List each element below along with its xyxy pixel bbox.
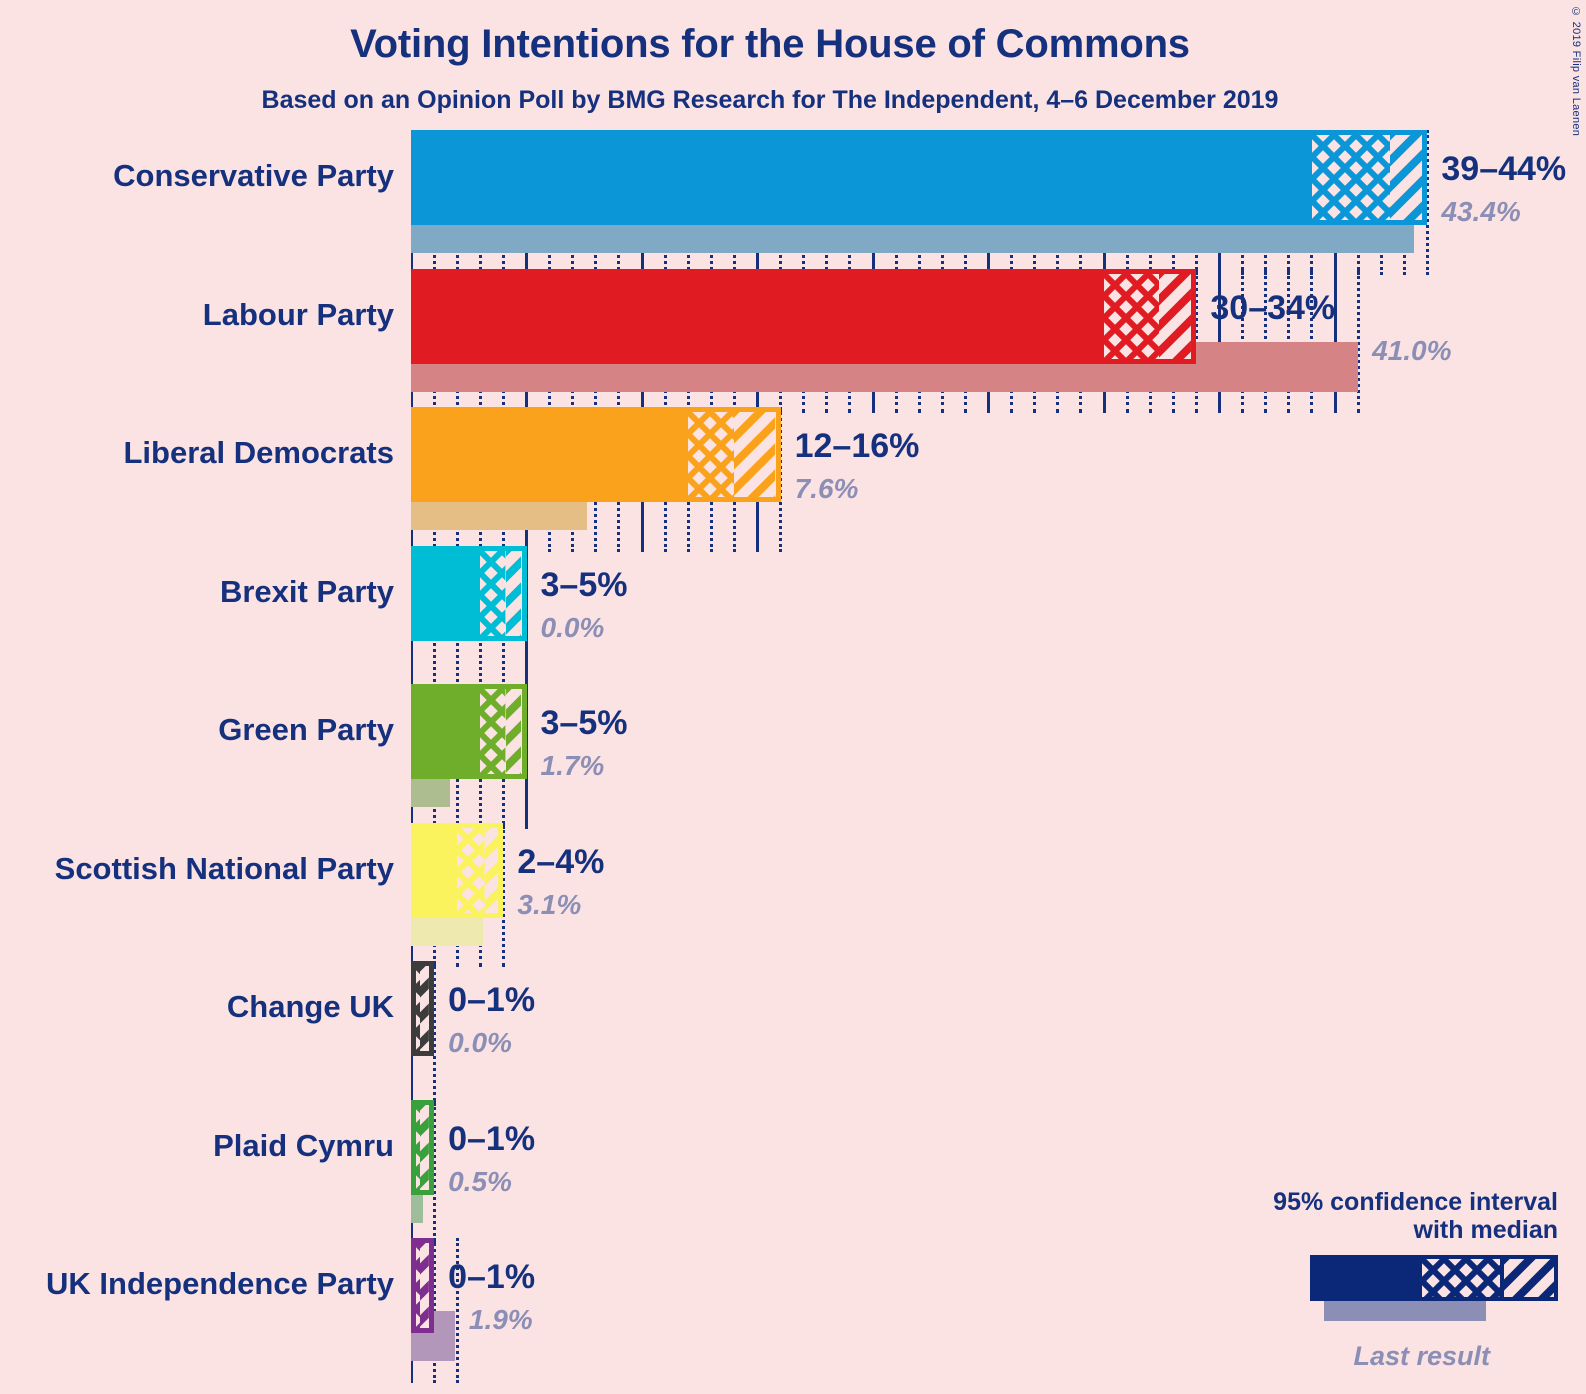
last-result-value-label: 0.5% (448, 1165, 512, 1197)
confidence-interval-bar (411, 545, 527, 641)
party-label-brexit-party: Brexit Party (219, 573, 394, 609)
interval-solid-fill (416, 135, 1312, 220)
interval-range-label: 0–1% (448, 981, 536, 1019)
chart-row: 3–5% 0.0% Brexit Party (220, 545, 1586, 690)
confidence-interval-bar (411, 1099, 435, 1195)
confidence-interval-bar (411, 961, 435, 1056)
interval-crosshatch-segment (1311, 135, 1391, 220)
confidence-interval-bar (411, 684, 527, 779)
interval-range-label: 0–1% (448, 1119, 536, 1158)
last-result-value-label: 7.6% (794, 473, 859, 504)
interval-diagonal-hatch-segment (420, 1104, 430, 1190)
legend-crosshatch-segment (1422, 1259, 1500, 1297)
last-result-value-label: 1.9% (468, 1304, 533, 1335)
chart-row: 0–1% 0.0% Change UK (227, 961, 1586, 1106)
last-result-value-label: 3.1% (517, 888, 582, 920)
interval-diagonal-hatch-segment (484, 827, 499, 913)
legend-last-result-swatch (1324, 1301, 1486, 1321)
chart-row: 39–44% 43.4% Conservative Party (113, 130, 1586, 275)
legend-diagonal-hatch-segment (1504, 1259, 1554, 1297)
last-result-value-label: 0.0% (448, 1027, 512, 1058)
confidence-interval-bar (411, 407, 781, 502)
interval-crosshatch-segment (480, 689, 506, 774)
last-result-value-label: 43.4% (1441, 196, 1521, 227)
interval-range-label: 30–34% (1210, 288, 1336, 327)
interval-range-label: 39–44% (1441, 150, 1567, 188)
chart-row: 3–5% 1.7% Green Party (218, 684, 1586, 829)
interval-diagonal-hatch-segment (420, 1243, 430, 1328)
legend-swatches (1138, 1255, 1558, 1335)
party-label-liberal-democrats: Liberal Democrats (123, 435, 395, 470)
confidence-interval-bar (411, 1238, 435, 1333)
interval-crosshatch-segment (480, 550, 506, 636)
legend-title-line2: with median (1413, 1216, 1558, 1245)
interval-crosshatch-segment (457, 827, 485, 913)
party-label-scottish-national-party: Scottish National Party (54, 850, 394, 886)
interval-range-label: 0–1% (448, 1258, 536, 1296)
page-title: Voting Intentions for the House of Commo… (350, 22, 1190, 66)
party-label-conservative-party: Conservative Party (113, 158, 394, 193)
interval-crosshatch-segment (688, 412, 735, 497)
copyright-notice: © 2019 Filip van Laenen (1570, 6, 1582, 137)
page-subtitle: Based on an Opinion Poll by BMG Research… (261, 86, 1279, 114)
last-result-value-label: 0.0% (540, 611, 605, 643)
party-label-labour-party: Labour Party (202, 296, 394, 332)
last-result-value-label: 41.0% (1372, 334, 1452, 366)
party-label-plaid-cymru: Plaid Cymru (213, 1127, 394, 1163)
interval-solid-fill (416, 273, 1104, 359)
confidence-interval-bar (411, 130, 1428, 225)
interval-diagonal-hatch-segment (1159, 273, 1192, 359)
last-result-value-label: 1.7% (540, 750, 605, 781)
interval-range-label: 3–5% (540, 565, 628, 604)
interval-solid-fill (416, 550, 481, 636)
legend-confidence-interval-swatch (1310, 1255, 1558, 1301)
interval-solid-fill (416, 412, 689, 497)
interval-diagonal-hatch-segment (505, 689, 522, 774)
interval-crosshatch-segment (1104, 273, 1160, 359)
party-label-change-uk: Change UK (226, 989, 394, 1024)
interval-range-label: 3–5% (540, 704, 628, 742)
party-label-uk-independence-party: UK Independence Party (46, 1266, 394, 1301)
chart-row: 2–4% 3.1% Scottish National Party (55, 822, 1586, 967)
party-label-green-party: Green Party (218, 712, 394, 747)
legend-last-result-label: Last result (1353, 1341, 1490, 1371)
confidence-interval-bar (411, 822, 504, 918)
interval-range-label: 2–4% (517, 842, 605, 881)
interval-diagonal-hatch-segment (1390, 135, 1423, 220)
legend-title: 95% confidence interval with median (1138, 1188, 1558, 1246)
interval-solid-fill (416, 827, 458, 913)
confidence-interval-bar (411, 268, 1197, 364)
interval-diagonal-hatch-segment (420, 966, 430, 1051)
interval-diagonal-hatch-segment (734, 412, 776, 497)
legend-title-line1: 95% confidence interval (1273, 1187, 1558, 1216)
chart-row: 12–16% 7.6% Liberal Democrats (124, 407, 1586, 552)
chart-row: 30–34% 41.0% Labour Party (203, 268, 1586, 413)
interval-solid-fill (416, 689, 481, 774)
chart-canvas: Voting Intentions for the House of Commo… (0, 0, 1586, 1394)
chart-legend: 95% confidence interval with median Last… (1138, 1188, 1558, 1373)
interval-range-label: 12–16% (794, 427, 920, 465)
interval-diagonal-hatch-segment (505, 550, 522, 636)
